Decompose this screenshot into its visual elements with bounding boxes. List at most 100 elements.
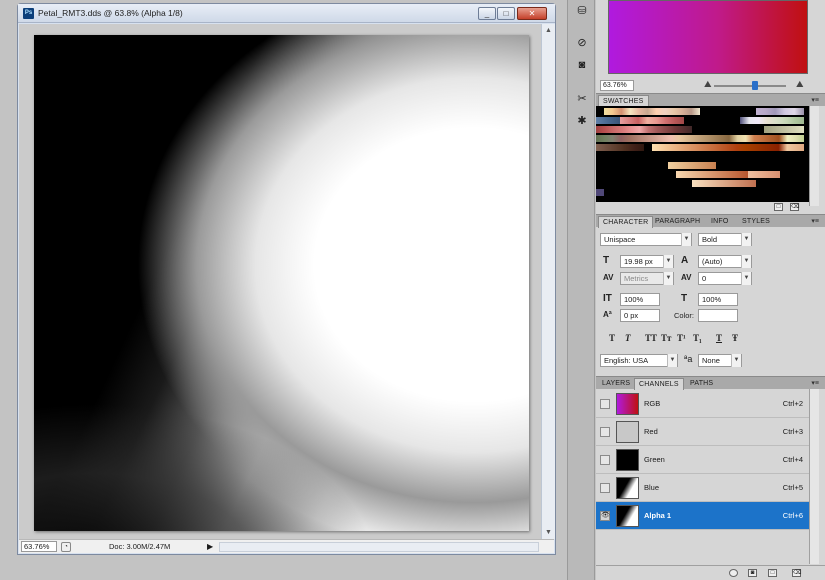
channel-shortcut: Ctrl+5 [782, 483, 803, 492]
channel-thumbnail [616, 449, 639, 471]
color-preview[interactable] [608, 0, 808, 74]
horizontal-scale-field[interactable]: 100% [698, 293, 738, 306]
anti-alias-icon: ªa [684, 354, 693, 364]
close-button[interactable]: ✕ [517, 7, 547, 20]
chevron-down-icon[interactable]: ▼ [731, 354, 741, 367]
brush-icon[interactable]: ⊘ [574, 36, 590, 50]
chevron-down-icon[interactable]: ▼ [667, 354, 677, 367]
zoom-out-icon[interactable]: ⛰ [704, 79, 712, 90]
channel-row-red[interactable]: Red Ctrl+3 [596, 418, 809, 446]
photoshop-icon: Ps [23, 8, 34, 19]
visibility-toggle[interactable] [600, 399, 610, 409]
chevron-down-icon[interactable]: ▼ [663, 255, 673, 268]
tab-channels[interactable]: CHANNELS [634, 378, 684, 390]
visibility-toggle[interactable] [600, 483, 610, 493]
new-swatch-icon[interactable]: □ [774, 203, 783, 211]
channel-shortcut: Ctrl+4 [782, 455, 803, 464]
save-selection-icon[interactable]: ◙ [748, 569, 757, 577]
baseline-shift-field[interactable]: 0 px [620, 309, 660, 322]
document-window: Ps Petal_RMT3.dds @ 63.8% (Alpha 1/8) _ … [17, 3, 556, 555]
canvas-area[interactable] [19, 24, 541, 539]
strikethrough-button[interactable]: Ŧ [732, 333, 738, 343]
channel-name: Blue [644, 483, 660, 492]
tab-styles[interactable]: STYLES [738, 216, 774, 228]
channel-row-rgb[interactable]: RGB Ctrl+2 [596, 390, 809, 418]
zoom-field[interactable]: 63.76% [21, 541, 57, 552]
channel-row-green[interactable]: Green Ctrl+4 [596, 446, 809, 474]
swatches-scrollbar[interactable] [809, 106, 819, 206]
swatches-footer: □ ⌫ [596, 202, 809, 212]
status-options-icon[interactable]: ◔ [61, 542, 71, 552]
channel-row-alpha-1[interactable]: 👁 Alpha 1 Ctrl+6 [596, 502, 809, 530]
chevron-down-icon[interactable]: ▼ [741, 233, 751, 246]
tab-paths[interactable]: PATHS [686, 378, 717, 390]
clone-source-icon[interactable]: ◙ [574, 58, 590, 72]
canvas-shading [34, 307, 529, 531]
load-selection-icon[interactable] [729, 569, 738, 577]
tab-paragraph[interactable]: PARAGRAPH [651, 216, 704, 228]
character-tabbar: CHARACTER PARAGRAPH INFO STYLES ▾≡ [596, 214, 825, 228]
delete-swatch-icon[interactable]: ⌫ [790, 203, 799, 211]
tab-character[interactable]: CHARACTER [598, 216, 654, 228]
minimize-button[interactable]: _ [478, 7, 496, 20]
canvas-image[interactable] [34, 35, 529, 531]
font-family-select[interactable]: Unispace [600, 233, 692, 246]
scroll-up-icon[interactable]: ▲ [544, 26, 553, 35]
panel-menu-icon[interactable]: ▾≡ [811, 96, 819, 104]
tool-presets-icon[interactable]: ✂ [574, 92, 590, 106]
superscript-button[interactable]: T¹ [677, 333, 686, 343]
subscript-button[interactable]: T₁ [693, 333, 702, 343]
vertical-scale-icon: IT [603, 293, 612, 304]
actions-icon[interactable]: ✱ [574, 114, 590, 128]
channel-name: Green [644, 455, 665, 464]
horizontal-scale-icon: T [681, 293, 688, 304]
faux-bold-button[interactable]: T [609, 333, 615, 343]
color-zoom-field[interactable]: 63.76% [600, 80, 634, 91]
visibility-toggle[interactable] [600, 427, 610, 437]
channel-thumbnail [616, 393, 639, 415]
channel-name: Red [644, 427, 658, 436]
channels-scrollbar[interactable] [809, 389, 819, 564]
vertical-scale-field[interactable]: 100% [620, 293, 660, 306]
chevron-down-icon[interactable]: ▼ [741, 272, 751, 285]
right-panel-dock: 63.76% ⛰ ⛰ SWATCHES ▾≡ □ ⌫ CHARACTER PAR… [596, 0, 825, 580]
text-color-swatch[interactable] [698, 309, 738, 322]
swatches-grid[interactable] [596, 106, 809, 202]
all-caps-button[interactable]: TT [645, 333, 657, 343]
channel-shortcut: Ctrl+2 [782, 399, 803, 408]
color-label: Color: [674, 311, 695, 320]
zoom-in-icon[interactable]: ⛰ [796, 79, 804, 90]
zoom-slider[interactable] [714, 85, 786, 87]
eye-icon[interactable]: 👁 [600, 511, 610, 521]
faux-italic-button[interactable]: T [625, 333, 631, 343]
small-caps-button[interactable]: Tт [661, 333, 671, 343]
chevron-down-icon[interactable]: ▼ [663, 272, 673, 285]
channel-thumbnail [616, 477, 639, 499]
channel-row-blue[interactable]: Blue Ctrl+5 [596, 474, 809, 502]
horizontal-scrollbar[interactable] [219, 542, 539, 552]
maximize-button[interactable]: □ [497, 7, 515, 20]
tab-info[interactable]: INFO [707, 216, 733, 228]
panel-menu-icon[interactable]: ▾≡ [811, 379, 819, 387]
underline-button[interactable]: T [716, 333, 722, 343]
channels-footer: ◙ □ ⌫ [596, 565, 825, 580]
panel-icon-strip: ⛁ ⊘ ◙ ✂ ✱ [567, 0, 595, 580]
history-icon[interactable]: ⛁ [574, 4, 590, 18]
new-channel-icon[interactable]: □ [768, 569, 777, 577]
chevron-down-icon[interactable]: ▼ [741, 255, 751, 268]
status-bar: 63.76% ◔ Doc: 3.00M/2.47M ▶ [19, 539, 554, 553]
delete-channel-icon[interactable]: ⌫ [792, 569, 801, 577]
channel-shortcut: Ctrl+3 [782, 427, 803, 436]
status-menu-arrow-icon[interactable]: ▶ [207, 542, 216, 552]
tab-layers[interactable]: LAYERS [598, 378, 634, 390]
zoom-slider-thumb[interactable] [752, 81, 758, 90]
vertical-scrollbar[interactable]: ▲ ▼ [541, 24, 555, 539]
scroll-down-icon[interactable]: ▼ [544, 528, 553, 537]
channel-thumbnail [616, 505, 639, 527]
panel-menu-icon[interactable]: ▾≡ [811, 217, 819, 225]
document-title: Petal_RMT3.dds @ 63.8% (Alpha 1/8) [38, 8, 183, 18]
chevron-down-icon[interactable]: ▼ [681, 233, 691, 246]
visibility-toggle[interactable] [600, 455, 610, 465]
document-titlebar[interactable]: Ps Petal_RMT3.dds @ 63.8% (Alpha 1/8) _ … [18, 4, 555, 23]
channel-name: Alpha 1 [644, 511, 672, 520]
